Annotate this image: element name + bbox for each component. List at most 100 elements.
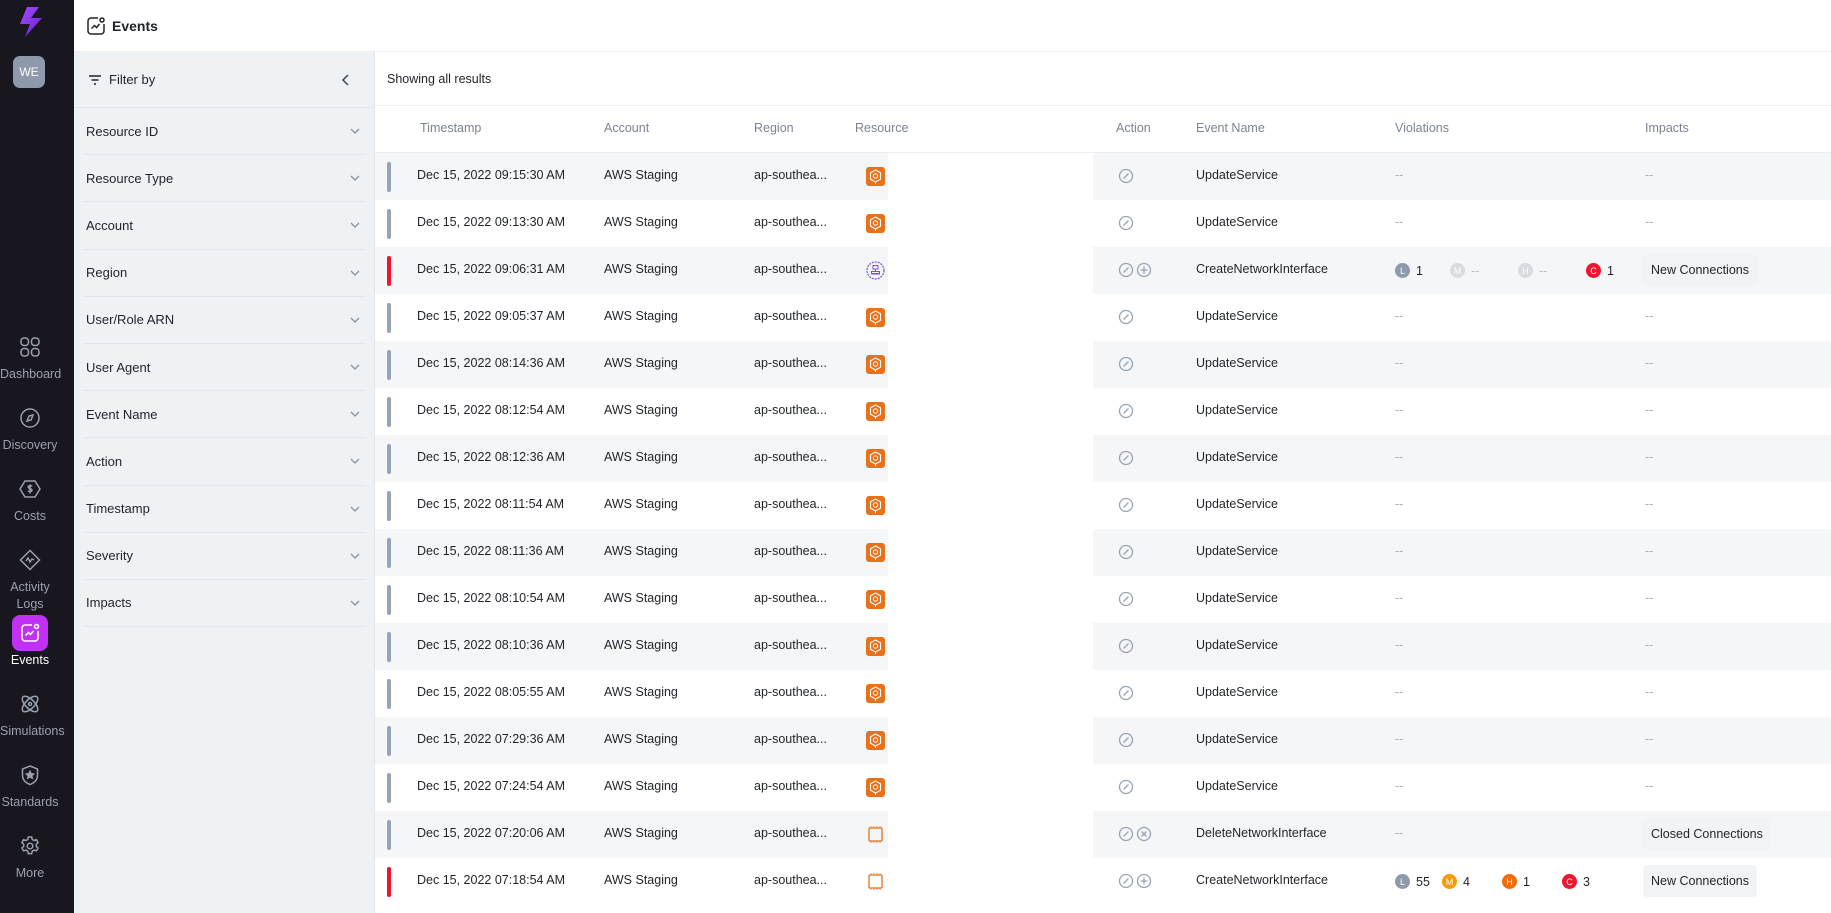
event-name-cell[interactable]: CreateNetworkInterface bbox=[1196, 873, 1328, 887]
modify-action-icon[interactable] bbox=[1118, 685, 1134, 701]
ecs-service-icon[interactable] bbox=[866, 637, 885, 656]
event-name-cell[interactable]: UpdateService bbox=[1196, 638, 1278, 652]
impact-chip[interactable]: Closed Connections bbox=[1643, 818, 1771, 850]
modify-action-icon[interactable] bbox=[1118, 215, 1134, 231]
filter-account[interactable]: Account bbox=[84, 202, 366, 250]
ecs-service-icon[interactable] bbox=[866, 449, 885, 468]
table-row[interactable]: Dec 15, 2022 08:14:36 AM AWS Staging ap-so… bbox=[375, 341, 1831, 388]
table-row[interactable]: Dec 15, 2022 09:05:37 AM AWS Staging ap-so… bbox=[375, 294, 1831, 341]
nav-item-events[interactable]: Events bbox=[0, 615, 60, 669]
ecs-service-icon[interactable] bbox=[866, 543, 885, 562]
modify-action-icon[interactable] bbox=[1118, 638, 1134, 654]
brand-logo-icon[interactable] bbox=[17, 6, 43, 38]
violation-badge-m[interactable]: M4 bbox=[1442, 874, 1498, 889]
modify-action-icon[interactable] bbox=[1118, 497, 1134, 513]
table-row[interactable]: Dec 15, 2022 08:11:54 AM AWS Staging ap-so… bbox=[375, 482, 1831, 529]
event-name-cell[interactable]: UpdateService bbox=[1196, 779, 1278, 793]
event-name-cell[interactable]: UpdateService bbox=[1196, 356, 1278, 370]
ec2-instance-icon[interactable] bbox=[866, 872, 885, 891]
table-row[interactable]: Dec 15, 2022 09:06:31 AM AWS Staging ap-so… bbox=[375, 247, 1831, 294]
filter-action[interactable]: Action bbox=[84, 438, 366, 486]
filter-user-agent[interactable]: User Agent bbox=[84, 344, 366, 392]
event-name-cell[interactable]: UpdateService bbox=[1196, 309, 1278, 323]
table-row[interactable]: Dec 15, 2022 09:13:30 AM AWS Staging ap-so… bbox=[375, 200, 1831, 247]
violation-badge-h[interactable]: H1 bbox=[1502, 874, 1558, 889]
network-interface-icon[interactable] bbox=[866, 261, 885, 280]
nav-item-discovery[interactable]: Discovery bbox=[0, 400, 60, 454]
violation-badge-m[interactable]: M -- bbox=[1450, 263, 1506, 278]
modify-action-icon[interactable] bbox=[1118, 779, 1134, 795]
event-name-cell[interactable]: DeleteNetworkInterface bbox=[1196, 826, 1327, 840]
column-header-resource[interactable]: Resource bbox=[855, 121, 909, 135]
violation-badge-c[interactable]: C3 bbox=[1562, 874, 1592, 889]
nav-item-activity-logs[interactable]: Activity Logs bbox=[0, 542, 60, 613]
table-row[interactable]: Dec 15, 2022 09:15:30 AM AWS Staging ap-so… bbox=[375, 153, 1831, 200]
modify-action-icon[interactable] bbox=[1118, 591, 1134, 607]
column-header-action[interactable]: Action bbox=[1116, 121, 1151, 135]
table-row[interactable]: Dec 15, 2022 08:11:36 AM AWS Staging ap-so… bbox=[375, 529, 1831, 576]
table-row[interactable]: Dec 15, 2022 07:18:54 AM AWS Staging ap-so… bbox=[375, 858, 1831, 905]
delete-action-icon[interactable] bbox=[1136, 826, 1152, 842]
column-header-region[interactable]: Region bbox=[754, 121, 794, 135]
table-row[interactable]: Dec 15, 2022 08:12:54 AM AWS Staging ap-so… bbox=[375, 388, 1831, 435]
table-row[interactable]: Dec 15, 2022 08:10:54 AM AWS Staging ap-so… bbox=[375, 576, 1831, 623]
user-avatar[interactable]: WE bbox=[13, 56, 45, 88]
ecs-service-icon[interactable] bbox=[866, 590, 885, 609]
modify-action-icon[interactable] bbox=[1118, 873, 1134, 889]
modify-action-icon[interactable] bbox=[1118, 544, 1134, 560]
ecs-service-icon[interactable] bbox=[866, 402, 885, 421]
impact-chip[interactable]: New Connections bbox=[1643, 254, 1757, 286]
filter-timestamp[interactable]: Timestamp bbox=[84, 486, 366, 533]
table-row[interactable]: Dec 15, 2022 08:05:55 AM AWS Staging ap-so… bbox=[375, 670, 1831, 717]
ec2-instance-icon[interactable] bbox=[866, 825, 885, 844]
event-name-cell[interactable]: UpdateService bbox=[1196, 168, 1278, 182]
nav-item-costs[interactable]: Costs bbox=[0, 471, 60, 525]
event-name-cell[interactable]: UpdateService bbox=[1196, 215, 1278, 229]
column-header-event-name[interactable]: Event Name bbox=[1196, 121, 1265, 135]
collapse-filters-button[interactable] bbox=[336, 70, 356, 90]
column-header-account[interactable]: Account bbox=[604, 121, 649, 135]
event-name-cell[interactable]: UpdateService bbox=[1196, 403, 1278, 417]
ecs-service-icon[interactable] bbox=[866, 214, 885, 233]
modify-action-icon[interactable] bbox=[1118, 450, 1134, 466]
impact-chip[interactable]: New Connections bbox=[1643, 865, 1757, 897]
modify-action-icon[interactable] bbox=[1118, 826, 1134, 842]
event-name-cell[interactable]: UpdateService bbox=[1196, 497, 1278, 511]
column-header-timestamp[interactable]: Timestamp bbox=[420, 121, 481, 135]
column-header-impacts[interactable]: Impacts bbox=[1645, 121, 1689, 135]
filter-resource-id[interactable]: Resource ID bbox=[84, 108, 366, 156]
table-row[interactable]: Dec 15, 2022 07:29:36 AM AWS Staging ap-so… bbox=[375, 717, 1831, 764]
filter-event-name[interactable]: Event Name bbox=[84, 391, 366, 439]
modify-action-icon[interactable] bbox=[1118, 309, 1134, 325]
event-name-cell[interactable]: UpdateService bbox=[1196, 591, 1278, 605]
table-row[interactable]: Dec 15, 2022 07:24:54 AM AWS Staging ap-so… bbox=[375, 764, 1831, 811]
violation-badge-c[interactable]: C1 bbox=[1586, 263, 1616, 278]
nav-item-standards[interactable]: Standards bbox=[0, 757, 60, 811]
table-row[interactable]: Dec 15, 2022 08:10:36 AM AWS Staging ap-so… bbox=[375, 623, 1831, 670]
table-row[interactable]: Dec 15, 2022 07:20:06 AM AWS Staging ap-so… bbox=[375, 811, 1831, 858]
modify-action-icon[interactable] bbox=[1118, 732, 1134, 748]
create-action-icon[interactable] bbox=[1136, 262, 1152, 278]
modify-action-icon[interactable] bbox=[1118, 403, 1134, 419]
ecs-service-icon[interactable] bbox=[866, 496, 885, 515]
filter-impacts[interactable]: Impacts bbox=[84, 580, 366, 628]
modify-action-icon[interactable] bbox=[1118, 262, 1134, 278]
ecs-service-icon[interactable] bbox=[866, 684, 885, 703]
violation-badge-l[interactable]: L 55 bbox=[1395, 874, 1438, 889]
nav-item-more[interactable]: More bbox=[0, 828, 60, 882]
filter-severity[interactable]: Severity bbox=[84, 533, 366, 580]
filter-resource-type[interactable]: Resource Type bbox=[84, 155, 366, 203]
ecs-service-icon[interactable] bbox=[866, 355, 885, 374]
violation-badge-h[interactable]: H -- bbox=[1518, 263, 1574, 278]
nav-item-simulations[interactable]: Simulations bbox=[0, 686, 65, 740]
ecs-service-icon[interactable] bbox=[866, 167, 885, 186]
filter-user-role-arn[interactable]: User/Role ARN bbox=[84, 297, 366, 344]
table-row[interactable]: Dec 15, 2022 08:12:36 AM AWS Staging ap-so… bbox=[375, 435, 1831, 482]
filter-region[interactable]: Region bbox=[84, 250, 366, 297]
modify-action-icon[interactable] bbox=[1118, 168, 1134, 184]
event-name-cell[interactable]: UpdateService bbox=[1196, 544, 1278, 558]
violation-badge-l[interactable]: L1 bbox=[1395, 263, 1438, 278]
column-header-violations[interactable]: Violations bbox=[1395, 121, 1449, 135]
ecs-service-icon[interactable] bbox=[866, 731, 885, 750]
event-name-cell[interactable]: UpdateService bbox=[1196, 732, 1278, 746]
